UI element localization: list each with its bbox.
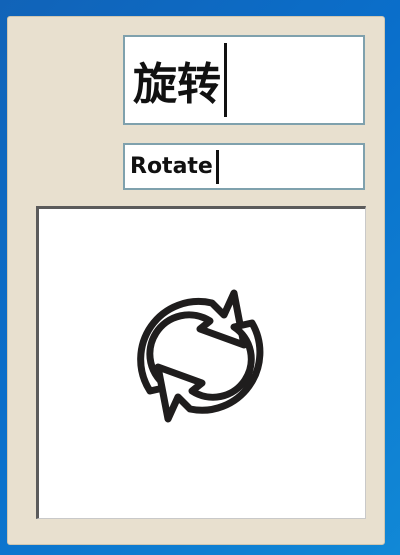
chinese-word-field[interactable]: 旋转 xyxy=(123,35,365,125)
english-word-text: Rotate xyxy=(130,154,213,179)
rotate-icon xyxy=(137,289,264,423)
text-cursor xyxy=(215,149,219,184)
text-cursor xyxy=(224,43,227,117)
english-word-field[interactable]: Rotate xyxy=(123,143,365,190)
flashcard-panel: 旋转 Rotate xyxy=(7,16,385,545)
chinese-word-text: 旋转 xyxy=(133,59,221,110)
icon-preview xyxy=(36,206,366,519)
